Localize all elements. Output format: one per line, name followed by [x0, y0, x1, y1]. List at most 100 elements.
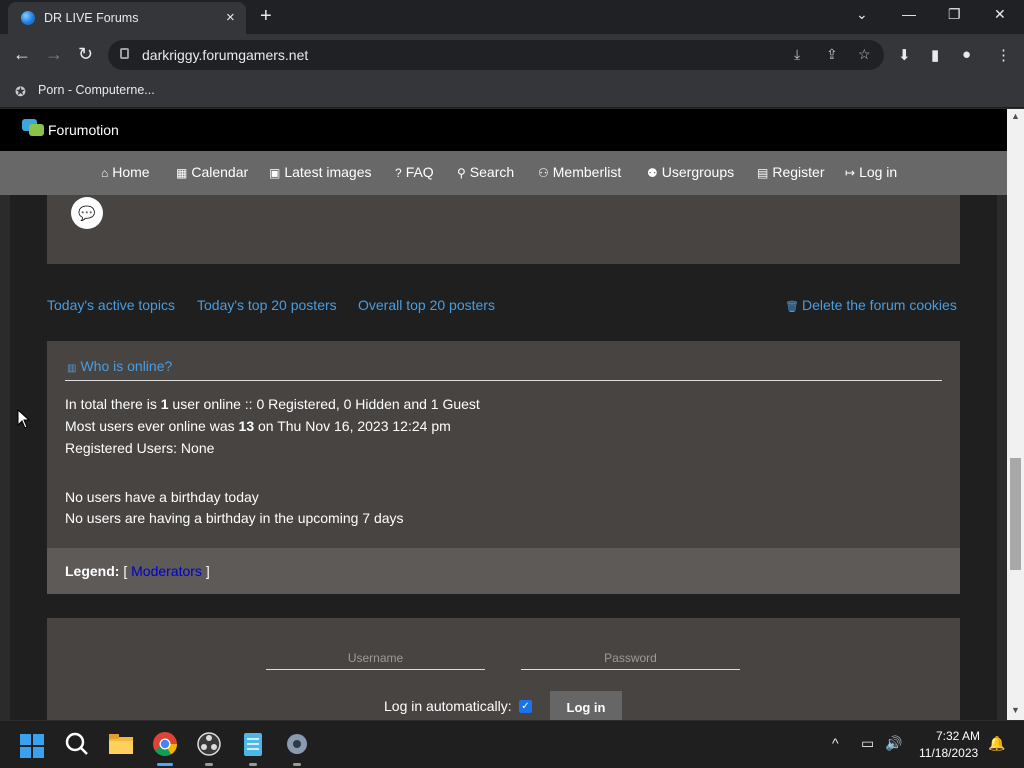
page-scrollbar[interactable]: ▲ ▼	[1007, 109, 1024, 720]
nav-home[interactable]: ⌂ Home	[101, 164, 150, 180]
password-input[interactable]	[521, 648, 740, 668]
lock-icon	[120, 48, 129, 59]
image-icon: ▣	[269, 166, 281, 180]
close-icon[interactable]: ×	[226, 10, 235, 26]
nav-faq[interactable]: ? FAQ	[395, 164, 434, 180]
password-field-wrap	[521, 648, 740, 670]
address-bar[interactable]: darkriggy.forumgamers.net ⤓ ⇪ ☆	[108, 40, 884, 70]
chrome-icon[interactable]	[150, 729, 180, 759]
birthday-today-text: No users have a birthday today	[65, 489, 259, 505]
comment-bubble-icon: 💬	[71, 197, 103, 229]
browser-tab[interactable]: DR LIVE Forums ×	[8, 2, 246, 34]
windows-start-icon[interactable]	[20, 734, 44, 758]
side-panel-icon[interactable]: ▮	[931, 46, 939, 64]
nav-memberlist[interactable]: ⚇ Memberlist	[538, 164, 621, 180]
back-button[interactable]: ←	[13, 44, 31, 64]
auto-login-label: Log in automatically:	[384, 698, 512, 714]
home-icon: ⌂	[101, 166, 109, 180]
network-icon[interactable]: ▭	[861, 735, 874, 752]
scroll-down-icon[interactable]: ▼	[1011, 705, 1020, 715]
register-icon: ▤	[757, 166, 769, 180]
todays-active-topics-link[interactable]: Today's active topics	[47, 297, 175, 313]
tab-strip: DR LIVE Forums × + ⌄ — ❐ ✕	[0, 0, 1024, 34]
scroll-up-icon[interactable]: ▲	[1011, 111, 1020, 121]
nav-search[interactable]: ⚲ Search	[457, 164, 514, 180]
active-app-indicator	[157, 763, 173, 766]
web-page: Forumotion ⌂ Home ▦ Calendar ▣ Latest image…	[0, 109, 1007, 720]
settings-gear-icon[interactable]	[282, 729, 312, 759]
nav-latest-images[interactable]: ▣ Latest images	[269, 164, 372, 180]
login-button[interactable]: Log in	[550, 691, 622, 720]
windows-taskbar: ^ ▭ 🔊 7:32 AM 11/18/2023 🔔	[0, 720, 1024, 768]
calendar-icon: ▦	[176, 166, 188, 180]
download-icon[interactable]: ⬇	[898, 46, 911, 64]
obs-icon[interactable]	[194, 729, 224, 759]
globe-icon	[21, 11, 35, 25]
legend: Legend: [ Moderators ]	[65, 563, 210, 579]
tab-title: DR LIVE Forums	[44, 11, 139, 25]
nav-usergroups[interactable]: ⚉ Usergroups	[647, 164, 734, 180]
mouse-cursor-icon	[17, 409, 31, 429]
nav-calendar[interactable]: ▦ Calendar	[176, 164, 248, 180]
who-is-online-title[interactable]: ▥ Who is online?	[67, 358, 172, 374]
menu-icon[interactable]: ⋮	[996, 46, 1011, 64]
install-icon[interactable]: ⤓	[794, 46, 800, 63]
minimize-button[interactable]: —	[902, 6, 916, 22]
nav-login[interactable]: ↦ Log in	[845, 164, 897, 180]
url-text: darkriggy.forumgamers.net	[142, 47, 309, 63]
volume-icon[interactable]: 🔊	[885, 735, 902, 752]
online-total-text: In total there is 1 user online :: 0 Reg…	[65, 396, 480, 412]
file-explorer-icon[interactable]	[106, 729, 136, 759]
todays-top-posters-link[interactable]: Today's top 20 posters	[197, 297, 337, 313]
members-icon: ⚇	[538, 166, 549, 180]
search-icon[interactable]	[62, 729, 92, 759]
bookmark-star-icon[interactable]: ☆	[858, 46, 871, 63]
usergroups-icon: ⚉	[647, 166, 658, 180]
delete-cookies-link[interactable]: 🗑 Delete the forum cookies	[785, 297, 957, 313]
username-input[interactable]	[266, 648, 485, 668]
clock-date[interactable]: 11/18/2023	[919, 746, 978, 760]
share-icon[interactable]: ⇪	[826, 46, 838, 63]
recent-posts-panel: 💬	[47, 195, 960, 264]
moderators-link[interactable]: Moderators	[131, 563, 202, 579]
reload-button[interactable]: ↻	[78, 44, 93, 64]
bookmark-favicon-icon: ✪	[15, 84, 26, 99]
birthday-upcoming-text: No users are having a birthday in the up…	[65, 510, 404, 526]
forward-button[interactable]: →	[45, 44, 63, 64]
clock-time[interactable]: 7:32 AM	[936, 729, 980, 743]
username-field-wrap	[266, 648, 485, 670]
question-icon: ?	[395, 166, 402, 180]
browser-toolbar: ← → ↻ darkriggy.forumgamers.net ⤓ ⇪ ☆ ⬇ …	[0, 34, 1024, 76]
running-indicator	[205, 763, 213, 766]
registered-users-text: Registered Users: None	[65, 440, 215, 456]
new-tab-button[interactable]: +	[260, 6, 272, 26]
forumotion-bar: Forumotion	[0, 109, 1007, 151]
notification-bell-icon[interactable]: 🔔	[988, 735, 1005, 752]
chevron-up-icon[interactable]: ^	[832, 735, 839, 751]
login-icon: ↦	[845, 166, 856, 180]
stats-icon: ▥	[67, 363, 77, 374]
bookmark-item[interactable]: Porn - Computerne...	[38, 83, 155, 97]
forumotion-logo-icon[interactable]	[22, 119, 44, 137]
search-icon: ⚲	[457, 166, 466, 180]
tab-search-icon[interactable]: ⌄	[856, 6, 868, 23]
most-users-text: Most users ever online was 13 on Thu Nov…	[65, 418, 451, 434]
legend-bar: Legend: [ Moderators ]	[47, 548, 960, 594]
nav-register[interactable]: ▤ Register	[757, 164, 824, 180]
quick-login-panel: Log in automatically: ✓ Log in	[47, 618, 960, 720]
who-is-online-panel: ▥ Who is online? In total there is 1 user…	[47, 341, 960, 594]
trash-icon: 🗑	[785, 301, 799, 313]
divider	[65, 380, 942, 381]
notepad-icon[interactable]	[238, 729, 268, 759]
restore-button[interactable]: ❐	[948, 6, 961, 23]
scroll-thumb[interactable]	[1010, 458, 1021, 570]
overall-top-posters-link[interactable]: Overall top 20 posters	[358, 297, 495, 313]
forum-navbar: ⌂ Home ▦ Calendar ▣ Latest images ? FAQ ⚲ Sea…	[0, 151, 1007, 195]
auto-login-checkbox[interactable]: ✓	[519, 700, 532, 713]
profile-icon[interactable]: ●	[962, 46, 971, 63]
running-indicator	[293, 763, 301, 766]
window-close-button[interactable]: ✕	[994, 6, 1006, 23]
running-indicator	[249, 763, 257, 766]
forumotion-brand[interactable]: Forumotion	[48, 122, 119, 138]
bookmarks-bar: ✪ Porn - Computerne...	[0, 76, 1024, 108]
